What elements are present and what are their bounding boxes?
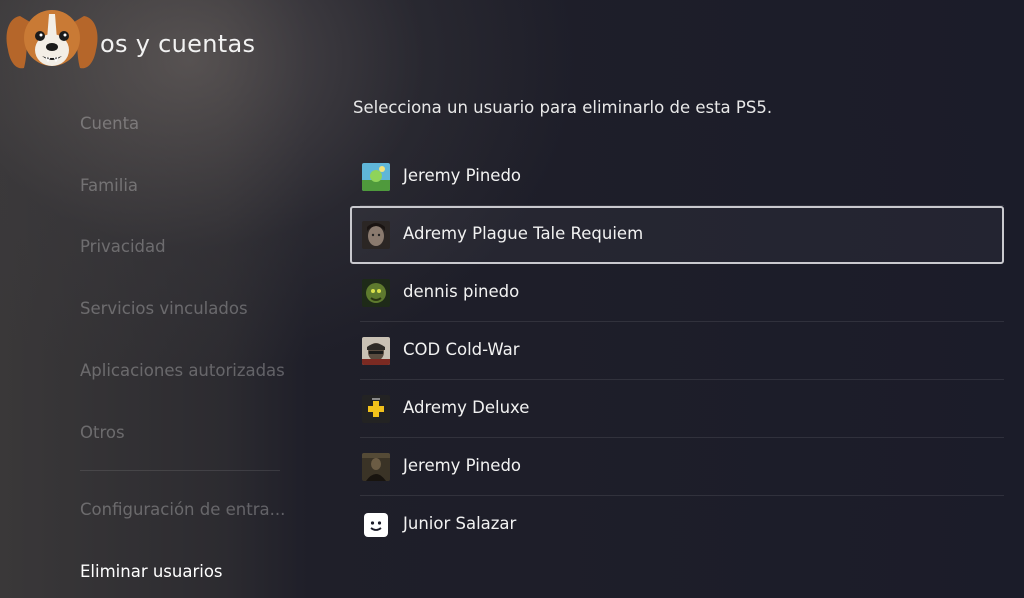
sidebar: os y cuentas Cuenta Familia Privacidad S…	[0, 0, 300, 598]
page-title: os y cuentas	[100, 30, 256, 58]
sidebar-item-aplicaciones-autorizadas[interactable]: Aplicaciones autorizadas	[80, 361, 285, 380]
user-name: Adremy Plague Tale Requiem	[403, 224, 644, 243]
instruction-text: Selecciona un usuario para eliminarlo de…	[353, 98, 773, 117]
landscape-avatar-icon	[362, 163, 390, 191]
dog-mascot-icon	[6, 10, 98, 69]
sidebar-item-eliminar-usuarios[interactable]: Eliminar usuarios	[80, 562, 223, 581]
user-name: COD Cold-War	[403, 340, 520, 359]
soldier-avatar-icon	[362, 337, 390, 365]
portrait-avatar-icon	[362, 221, 390, 249]
default-face-avatar-icon	[364, 513, 388, 537]
user-name: Jeremy Pinedo	[403, 166, 522, 185]
ps-plus-avatar-icon	[362, 395, 390, 423]
user-row[interactable]: Adremy Deluxe	[350, 380, 1004, 438]
sidebar-item-configuracion-entrada[interactable]: Configuración de entra...	[80, 500, 285, 519]
sidebar-divider	[80, 470, 280, 471]
user-name: Jeremy Pinedo	[403, 456, 522, 475]
user-row-focused[interactable]: Adremy Plague Tale Requiem	[350, 206, 1004, 264]
user-row[interactable]: Jeremy Pinedo	[350, 438, 1004, 496]
sidebar-item-otros[interactable]: Otros	[80, 423, 125, 442]
user-row[interactable]: dennis pinedo	[350, 264, 1004, 322]
user-name: Junior Salazar	[403, 514, 517, 533]
sidebar-item-cuenta[interactable]: Cuenta	[80, 114, 139, 133]
user-name: dennis pinedo	[403, 282, 520, 301]
user-row[interactable]: COD Cold-War	[350, 322, 1004, 380]
user-row[interactable]: Junior Salazar	[350, 496, 1004, 554]
dark-figure-avatar-icon	[362, 453, 390, 481]
user-name: Adremy Deluxe	[403, 398, 530, 417]
sidebar-item-servicios-vinculados[interactable]: Servicios vinculados	[80, 299, 248, 318]
sidebar-item-privacidad[interactable]: Privacidad	[80, 237, 166, 256]
creature-avatar-icon	[362, 279, 390, 307]
main-panel: Selecciona un usuario para eliminarlo de…	[340, 0, 1024, 598]
sidebar-item-familia[interactable]: Familia	[80, 176, 138, 195]
user-row[interactable]: Jeremy Pinedo	[350, 148, 1004, 206]
